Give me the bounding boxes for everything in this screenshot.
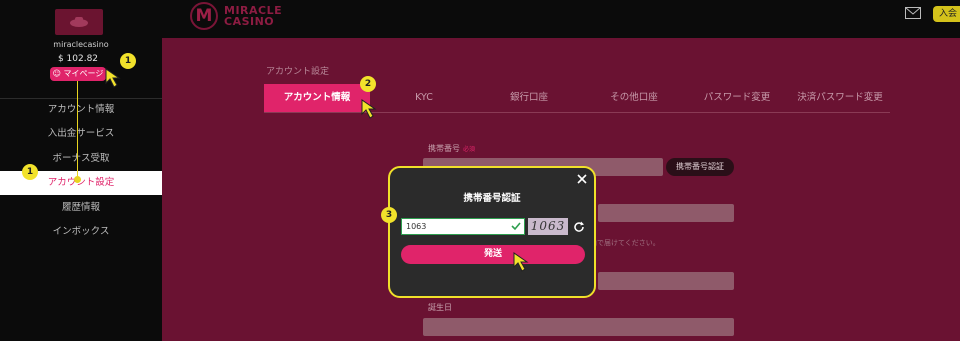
join-button[interactable]: 入会 xyxy=(933,6,960,22)
tab-bank-account[interactable]: 銀行口座 xyxy=(494,84,564,112)
check-icon xyxy=(511,222,521,231)
annotation-connector-dot xyxy=(74,176,81,183)
avatar[interactable] xyxy=(55,9,103,35)
name-field[interactable] xyxy=(598,272,734,290)
pointer-arrow-icon xyxy=(513,252,529,272)
tab-password-change[interactable]: パスワード変更 xyxy=(694,84,780,112)
sidebar-item-account-info[interactable]: アカウント情報 xyxy=(0,98,162,122)
pointer-arrow-icon xyxy=(361,99,377,119)
tab-payment-password-change[interactable]: 決済パスワード変更 xyxy=(790,84,890,112)
phone-label: 携帯番号 必須 xyxy=(428,144,476,153)
sidebar-item-deposit-withdraw[interactable]: 入出金サービス xyxy=(0,122,162,146)
field-hint: 内で届けてください。 xyxy=(590,239,660,247)
section-title: アカウント設定 xyxy=(266,67,330,77)
mypage-label: マイページ xyxy=(63,69,104,78)
pointer-arrow-icon xyxy=(105,68,121,88)
annotation-badge-1-nav: 1 xyxy=(22,164,38,180)
annotation-badge-3: 3 xyxy=(381,207,397,223)
lock-icon: ☺ xyxy=(52,69,61,78)
refresh-icon[interactable] xyxy=(573,221,585,233)
sidebar-item-history[interactable]: 履歴情報 xyxy=(0,196,162,220)
settings-tabs: アカウント情報 KYC 銀行口座 その他口座 パスワード変更 決済パスワード変更 xyxy=(264,84,890,113)
brand-logo[interactable]: M MIRACLE CASINO xyxy=(190,2,304,30)
birthday-label: 誕生日 xyxy=(428,303,452,312)
sidebar-item-inbox[interactable]: インボックス xyxy=(0,220,162,244)
close-icon[interactable] xyxy=(576,173,588,185)
send-button[interactable]: 発送 xyxy=(401,245,585,264)
email-field[interactable] xyxy=(598,204,734,222)
tab-kyc[interactable]: KYC xyxy=(394,84,454,112)
user-icon xyxy=(70,17,88,27)
tab-account-info[interactable]: アカウント情報 xyxy=(264,84,370,112)
mypage-button[interactable]: ☺ マイページ xyxy=(50,67,106,81)
captcha-code-input[interactable]: 1063 xyxy=(401,218,525,235)
phone-verification-modal: 携帯番号認証 1063 1063 発送 xyxy=(388,166,596,298)
annotation-badge-2: 2 xyxy=(360,76,376,92)
phone-verify-button[interactable]: 携帯番号認証 xyxy=(666,158,734,176)
annotation-connector xyxy=(77,81,78,179)
required-mark: 必須 xyxy=(463,146,476,153)
logo-mark-icon: M xyxy=(190,2,218,30)
brand-name: MIRACLE CASINO xyxy=(224,4,283,28)
username: miraclecasino xyxy=(53,40,109,49)
modal-title: 携帯番号認証 xyxy=(463,193,521,204)
mail-icon[interactable] xyxy=(905,7,921,19)
birthday-field[interactable] xyxy=(423,318,734,336)
tab-other-account[interactable]: その他口座 xyxy=(594,84,674,112)
captcha-image: 1063 xyxy=(528,218,568,235)
